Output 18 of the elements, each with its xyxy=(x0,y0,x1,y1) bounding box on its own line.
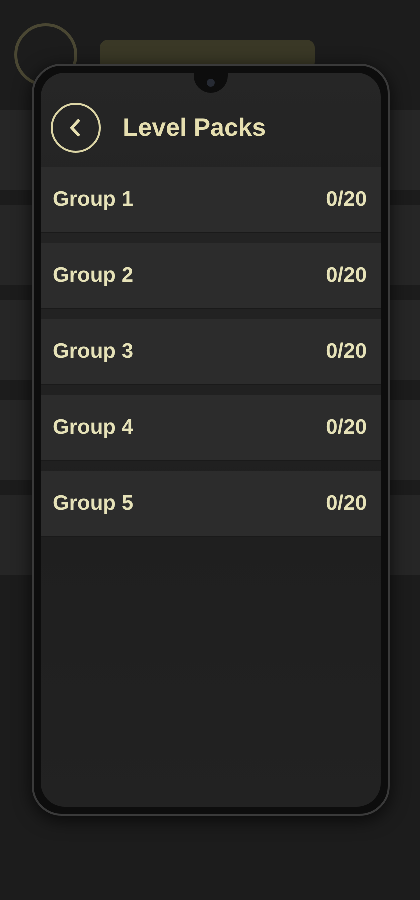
completed-count: 0/20 xyxy=(326,492,367,516)
group-row[interactable]: Group 3 0/20 xyxy=(41,319,381,385)
camera-icon xyxy=(207,79,215,87)
completed-count: 0/20 xyxy=(326,188,367,212)
completed-count: 0/20 xyxy=(326,416,367,440)
group-name: Group 5 xyxy=(53,492,134,516)
group-name: Group 2 xyxy=(53,264,134,288)
group-name: Group 3 xyxy=(53,340,134,364)
group-name: Group 1 xyxy=(53,188,134,212)
completed-count: 0/20 xyxy=(326,340,367,364)
group-row[interactable]: Group 5 0/20 xyxy=(41,471,381,537)
group-name: Group 4 xyxy=(53,416,134,440)
back-button[interactable] xyxy=(51,103,101,153)
screen-title: Level Packs xyxy=(123,114,266,142)
group-row[interactable]: Group 4 0/20 xyxy=(41,395,381,461)
group-row[interactable]: Group 1 0/20 xyxy=(41,167,381,233)
group-row[interactable]: Group 2 0/20 xyxy=(41,243,381,309)
completed-count: 0/20 xyxy=(326,264,367,288)
